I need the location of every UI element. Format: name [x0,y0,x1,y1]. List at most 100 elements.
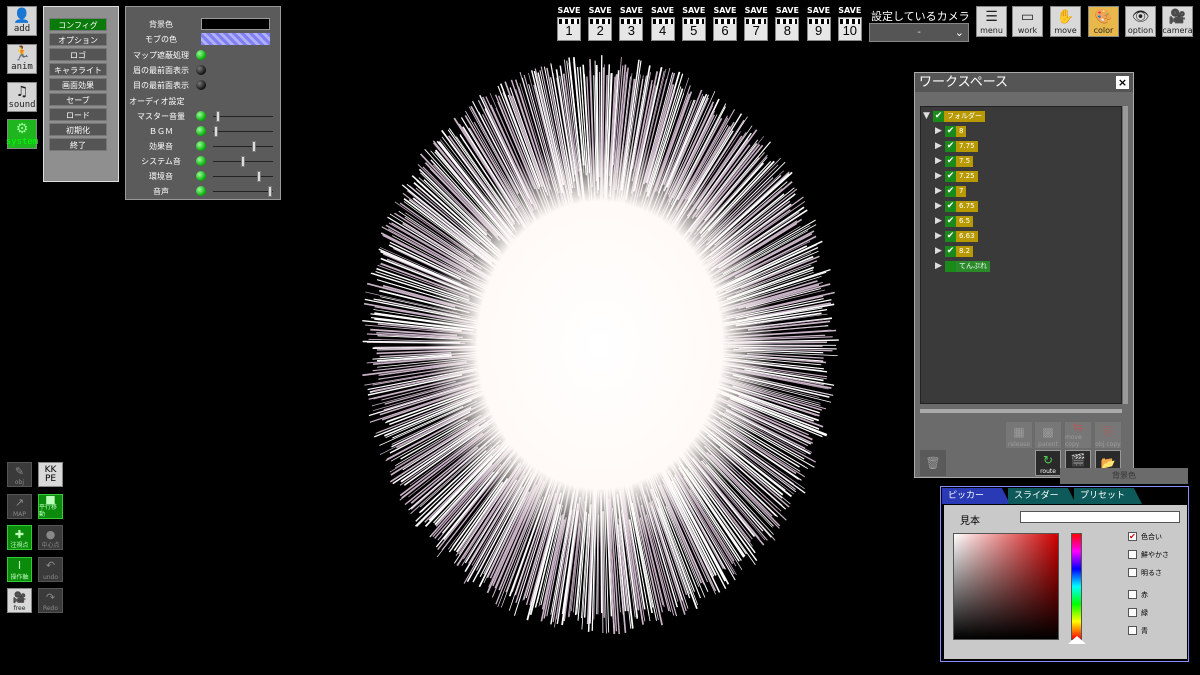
saturation-value-square[interactable] [953,533,1059,640]
save-slot-button[interactable]: SAVE 3 [618,6,644,42]
tab-picker[interactable]: ピッカー [942,488,1010,504]
volume-slider-track[interactable] [213,116,273,117]
check-icon[interactable]: ✔ [945,246,956,257]
menu-item-screen-effects[interactable]: 画面効果 [49,78,107,91]
tab-preset[interactable]: プリセット [1074,488,1142,504]
expand-right-icon[interactable]: ▶ [935,230,942,243]
move-button[interactable]: ✋ move [1050,6,1081,37]
audio-toggle-dot[interactable] [196,171,206,181]
volume-slider-thumb[interactable] [215,111,220,122]
volume-slider-track[interactable] [213,191,273,192]
volume-slider-track[interactable] [213,146,273,147]
checkbox[interactable] [1128,608,1137,617]
save-slot-button[interactable]: SAVE 6 [712,6,738,42]
expand-right-icon[interactable]: ▶ [935,200,942,213]
check-icon[interactable]: ✔ [945,216,956,227]
tool-button[interactable]: ✚ 注視点 [7,525,32,550]
menu-item-reset[interactable]: 初期化 [49,123,107,136]
close-icon[interactable]: × [1116,76,1129,89]
checkbox-empty-icon[interactable] [945,261,956,272]
expand-right-icon[interactable]: ▶ [935,125,942,138]
save-slot-button[interactable]: SAVE 1 [556,6,582,42]
expand-down-icon[interactable]: ▼ [923,110,930,123]
menu-item-config[interactable]: コンフィグ [49,18,107,31]
tool-button[interactable]: ↗ MAP [7,493,32,519]
menu-item-logo[interactable]: ロゴ [49,48,107,61]
volume-slider-track[interactable] [213,131,273,132]
bg-color-swatch[interactable] [201,18,270,30]
checkbox[interactable] [1128,550,1137,559]
tool-button[interactable]: ■ 平行移動 [38,493,63,519]
menu-item-options[interactable]: オプション [49,33,107,46]
menu-item-save[interactable]: セーブ [49,93,107,106]
volume-slider-thumb[interactable] [256,171,261,182]
expand-right-icon[interactable]: ▶ [935,260,942,273]
expand-right-icon[interactable]: ▶ [935,215,942,228]
expand-right-icon[interactable]: ▶ [935,155,942,168]
expand-right-icon[interactable]: ▶ [935,185,942,198]
tool-button[interactable]: Ⅰ 操作軸 [7,556,32,582]
release-button[interactable]: ▦ release [1006,422,1032,448]
toggle-dot[interactable] [196,80,206,90]
work-button[interactable]: ▭ work [1012,6,1043,37]
anim-button[interactable]: 🏃 anim [7,44,37,74]
menu-item-quit[interactable]: 終了 [49,138,107,151]
audio-toggle-dot[interactable] [196,111,206,121]
checkbox[interactable] [1128,568,1137,577]
trash-button[interactable]: 🗑 [920,450,946,476]
save-slot-button[interactable]: SAVE 10 [837,6,863,42]
tab-slider[interactable]: スライダー [1008,488,1076,504]
volume-slider-track[interactable] [213,176,273,177]
camera-select[interactable]: - ⌄ [869,23,969,42]
workspace-tree[interactable]: ▼ ✔ フォルダー ▶ ✔ 8 ▶ ✔ 7.75 ▶ ✔ 7.5 ▶ ✔ 7.25 ▶ ✔ 7 ▶ ✔ 6.75 ▶ ✔ 6.… [920,106,1122,404]
save-slot-button[interactable]: SAVE 9 [806,6,832,42]
menu-item-load[interactable]: ロード [49,108,107,121]
toggle-dot[interactable] [196,50,206,60]
audio-toggle-dot[interactable] [196,126,206,136]
hue-slider[interactable] [1071,533,1082,640]
volume-slider-thumb[interactable] [241,156,245,167]
expand-right-icon[interactable]: ▶ [935,245,942,258]
camera-button[interactable]: 🎥 camera [1162,6,1193,37]
volume-slider-thumb[interactable] [267,186,272,197]
tool-button[interactable]: ● 中心点 [38,525,63,550]
audio-toggle-dot[interactable] [196,141,206,151]
check-icon[interactable]: ✔ [945,201,956,212]
hue-marker-icon[interactable] [1068,636,1086,644]
check-icon[interactable]: ✔ [945,186,956,197]
tool-button[interactable]: 🎥 free [7,588,32,613]
checkbox[interactable]: ✔ [1128,532,1137,541]
workspace-hscrollbar[interactable] [920,409,1122,413]
check-icon[interactable]: ✔ [945,141,956,152]
check-icon[interactable]: ✔ [933,111,944,122]
tool-button[interactable]: ↶ undo [38,556,63,582]
save-slot-button[interactable]: SAVE 4 [650,6,676,42]
save-slot-button[interactable]: SAVE 5 [681,6,707,42]
check-icon[interactable]: ✔ [945,231,956,242]
system-button[interactable]: ⚙ system [6,119,38,149]
audio-toggle-dot[interactable] [196,186,206,196]
sound-button[interactable]: ♫ sound [7,82,37,112]
menu-item-chara-light[interactable]: キャラライト [49,63,107,76]
checkbox[interactable] [1128,626,1137,635]
save-slot-button[interactable]: SAVE 2 [587,6,613,42]
add-button[interactable]: 👤 add [7,6,37,36]
check-icon[interactable]: ✔ [945,156,956,167]
color-button[interactable]: 🎨 color [1088,6,1119,37]
parent-button[interactable]: ▩ parent [1035,422,1061,448]
expand-right-icon[interactable]: ▶ [935,170,942,183]
tool-button[interactable]: KK PE [38,462,63,487]
toggle-dot[interactable] [196,65,206,75]
option-button[interactable]: 👁 option [1125,6,1156,37]
route-button[interactable]: ↻ route [1035,450,1061,476]
tool-button[interactable]: ↷ Redo [38,588,63,613]
check-icon[interactable]: ✔ [945,126,956,137]
workspace-scrollbar[interactable] [1123,106,1128,404]
expand-right-icon[interactable]: ▶ [935,140,942,153]
mob-color-swatch[interactable] [201,33,270,45]
move-copy-button[interactable]: ⇆ move copy [1065,420,1091,448]
volume-slider-thumb[interactable] [214,126,219,137]
check-icon[interactable]: ✔ [945,171,956,182]
menu-button[interactable]: ☰ menu [976,6,1007,37]
audio-toggle-dot[interactable] [196,156,206,166]
